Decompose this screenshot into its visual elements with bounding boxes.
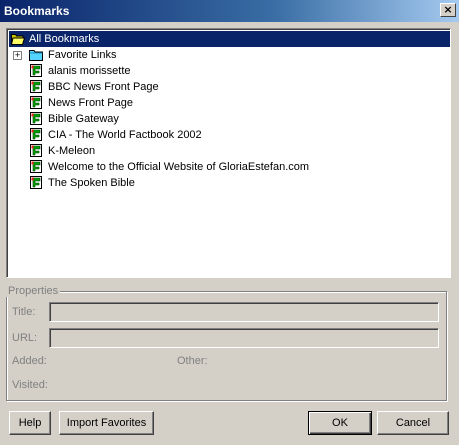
visited-label: Visited: [12,379,48,391]
bookmark-label: Welcome to the Official Website of Glori… [48,161,310,173]
bookmark-label: CIA - The World Factbook 2002 [48,129,202,141]
cancel-button[interactable]: Cancel [377,411,449,435]
bookmark-icon [30,176,42,189]
ok-button[interactable]: OK [308,411,372,435]
bookmarks-dialog: Bookmarks × All Bookmarks + Favorite Lin… [0,0,459,445]
open-folder-icon [11,34,25,45]
bookmark-label: BBC News Front Page [48,81,159,93]
tree-item-label: All Bookmarks [29,33,100,45]
tree-item-all-bookmarks[interactable]: All Bookmarks [9,31,450,47]
bookmark-label: The Spoken Bible [48,177,135,189]
bookmark-icon [30,64,42,77]
bookmark-item[interactable]: BBC News Front Page [9,79,439,95]
url-field[interactable] [49,328,439,348]
bookmark-icon [30,144,42,157]
help-button[interactable]: Help [9,411,51,435]
tree-item-label: Favorite Links [48,49,117,61]
bookmark-label: News Front Page [48,97,133,109]
bookmark-icon [30,128,42,141]
bookmark-item[interactable]: The Spoken Bible [9,175,439,191]
bookmark-icon [30,96,42,109]
bookmark-item[interactable]: alanis morissette [9,63,439,79]
bookmark-item[interactable]: K-Meleon [9,143,439,159]
title-field[interactable] [49,302,439,322]
tree-item-favorite-links[interactable]: + Favorite Links [9,47,309,63]
added-label: Added: [12,355,47,367]
bookmark-item[interactable]: Bible Gateway [9,111,439,127]
other-label: Other: [177,355,208,367]
window-title: Bookmarks [4,4,70,18]
bookmark-icon [30,112,42,125]
url-label: URL: [12,332,38,344]
bookmark-label: Bible Gateway [48,113,119,125]
properties-group-label: Properties [6,285,61,297]
bookmarks-tree[interactable]: All Bookmarks + Favorite Links alanis mo… [6,28,451,278]
title-bar[interactable]: Bookmarks × [0,0,459,22]
bookmark-label: K-Meleon [48,145,96,157]
close-icon: × [443,3,453,16]
bookmark-item[interactable]: News Front Page [9,95,439,111]
close-button[interactable]: × [440,3,456,17]
expand-icon[interactable]: + [13,51,22,60]
bookmark-label: alanis morissette [48,65,131,77]
folder-icon [29,50,43,61]
title-label: Title: [12,306,36,318]
bookmark-item[interactable]: CIA - The World Factbook 2002 [9,127,439,143]
bookmark-icon [30,80,42,93]
bookmark-item[interactable]: Welcome to the Official Website of Glori… [9,159,439,175]
import-favorites-button[interactable]: Import Favorites [59,411,154,435]
bookmark-icon [30,160,42,173]
